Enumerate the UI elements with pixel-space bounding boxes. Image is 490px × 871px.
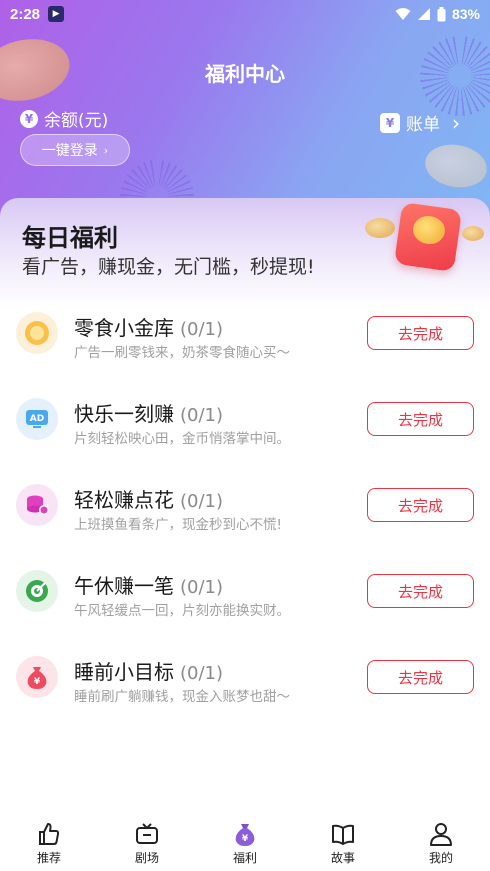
ad-icon: AD <box>16 398 58 440</box>
task-item: AD 快乐一刻赚 (0/1) 片刻轻松映心田，金币悄落掌中间。 去完成 <box>0 386 490 472</box>
nav-item-welfare[interactable]: ¥ 福利 <box>196 811 294 871</box>
nav-label: 剧场 <box>134 851 159 865</box>
decorative-coin <box>421 139 490 193</box>
complete-task-button[interactable]: 去完成 <box>367 402 474 436</box>
task-description: 片刻轻松映心田，金币悄落掌中间。 <box>74 431 290 447</box>
task-title: 快乐一刻赚 <box>74 402 174 426</box>
task-list: 零食小金库 (0/1) 广告一刷零钱来，奶茶零食随心买～ 去完成 AD 快乐一刻赚… <box>0 300 490 730</box>
login-label: 一键登录 <box>41 143 98 159</box>
nav-label: 我的 <box>428 851 453 865</box>
complete-task-button[interactable]: 去完成 <box>367 488 474 522</box>
page-title: 福利中心 <box>205 62 285 86</box>
task-progress: (0/1) <box>180 577 224 598</box>
thumbs-up-icon <box>39 823 60 845</box>
bottom-nav: 推荐 剧场 ¥ 福利 故事 我的 <box>0 811 490 871</box>
chevron-right-icon: › <box>103 143 109 157</box>
nav-item-recommend[interactable]: 推荐 <box>0 811 98 871</box>
complete-task-button[interactable]: 去完成 <box>367 574 474 608</box>
bill-icon: ¥ <box>380 112 400 133</box>
task-progress: (0/1) <box>180 663 224 684</box>
balance-label: ¥ 余额(元) <box>20 106 108 131</box>
task-item: 轻松赚点花 (0/1) 上班摸鱼看条广，现金秒到心不慌! 去完成 <box>0 472 490 558</box>
battery-icon <box>437 6 446 21</box>
task-title: 睡前小目标 <box>74 660 174 684</box>
chevron-right-icon: › <box>452 110 460 135</box>
task-title: 零食小金库 <box>74 316 174 340</box>
complete-task-button[interactable]: 去完成 <box>367 316 474 350</box>
balance-text: 余额(元) <box>44 111 109 131</box>
svg-text:¥: ¥ <box>34 677 41 687</box>
task-item: 午休赚一笔 (0/1) 午风轻缓点一回，片刻亦能换实财。 去完成 <box>0 558 490 644</box>
book-icon <box>332 824 354 845</box>
decorative-coin <box>462 226 484 241</box>
coin-icon <box>16 312 58 354</box>
nav-item-story[interactable]: 故事 <box>294 811 392 871</box>
task-title: 午休赚一笔 <box>74 574 174 598</box>
bill-link[interactable]: ¥ 账单 › <box>380 110 460 135</box>
svg-text:AD: AD <box>30 414 44 424</box>
target-icon <box>16 570 58 612</box>
daily-benefits-title: 每日福利 <box>22 224 118 252</box>
wifi-icon <box>395 8 411 20</box>
status-bar: 2:28 ▶ 83% <box>0 0 490 28</box>
task-progress: (0/1) <box>180 405 224 426</box>
task-description: 睡前刷广躺赚钱，现金入账梦也甜～ <box>74 689 290 705</box>
task-progress: (0/1) <box>180 491 224 512</box>
battery-percent: 83% <box>451 6 480 22</box>
nav-label: 推荐 <box>36 851 61 865</box>
money-bag-icon: ¥ <box>16 656 58 698</box>
svg-text:¥: ¥ <box>242 834 249 844</box>
tv-icon <box>136 823 158 844</box>
nav-label: 故事 <box>330 851 355 865</box>
task-title: 轻松赚点花 <box>74 488 174 512</box>
yen-icon: ¥ <box>20 109 38 128</box>
task-progress: (0/1) <box>180 319 224 340</box>
status-icons: 83% <box>395 6 480 22</box>
complete-task-button[interactable]: 去完成 <box>367 660 474 694</box>
task-item: 零食小金库 (0/1) 广告一刷零钱来，奶茶零食随心买～ 去完成 <box>0 300 490 386</box>
status-time: 2:28 <box>10 5 41 23</box>
app-notification-icon: ▶ <box>48 6 65 22</box>
nav-item-theater[interactable]: 剧场 <box>98 811 196 871</box>
one-click-login-button[interactable]: 一键登录 › <box>20 134 130 166</box>
user-icon <box>430 823 452 846</box>
bill-label: 账单 <box>406 115 440 135</box>
nav-item-mine[interactable]: 我的 <box>392 811 490 871</box>
decorative-coin <box>365 218 395 238</box>
coin-stack-icon <box>16 484 58 526</box>
signal-icon <box>417 8 430 20</box>
task-item: ¥ 睡前小目标 (0/1) 睡前刷广躺赚钱，现金入账梦也甜～ 去完成 <box>0 644 490 730</box>
nav-label: 福利 <box>232 851 257 865</box>
task-description: 午风轻缓点一回，片刻亦能换实财。 <box>74 603 290 619</box>
daily-benefits-subtitle: 看广告，赚现金，无门槛，秒提现! <box>22 256 315 278</box>
money-bag-icon: ¥ <box>235 824 255 846</box>
task-description: 上班摸鱼看条广，现金秒到心不慌! <box>74 517 282 533</box>
red-packet-icon <box>393 202 463 272</box>
task-description: 广告一刷零钱来，奶茶零食随心买～ <box>74 345 290 361</box>
